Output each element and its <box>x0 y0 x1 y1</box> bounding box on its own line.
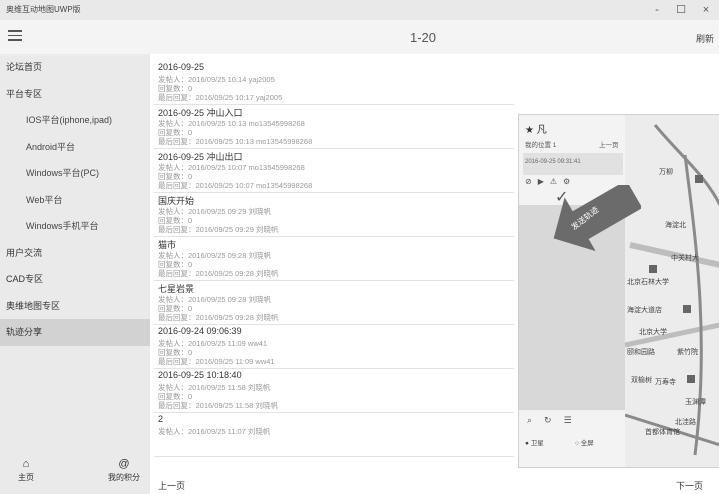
my-points-label: 我的积分 <box>108 473 140 482</box>
map-label: 北京大学 <box>639 329 667 336</box>
topic-row[interactable]: 七星岩景 发帖人：2016/09/25 09:28 刘晓帆 回复数：0 最后回复：20… <box>154 280 514 325</box>
refresh-button[interactable]: 刷新 <box>696 32 714 45</box>
maximize-button[interactable]: ☐ <box>670 2 692 18</box>
map-label: 首都体育馆 <box>645 429 680 436</box>
phone-track-date: 2016-09-25 09:31:41 <box>525 159 581 165</box>
phone-fullscreen-option: ○ 全屏 <box>575 440 594 447</box>
topic-last-reply: 最后回复：2016/09/25 11:09 ww41 <box>158 357 275 366</box>
map-label: 中关村大 <box>671 255 699 262</box>
home-label: 主页 <box>18 473 34 482</box>
home-button[interactable]: ⌂ 主页 <box>6 458 46 483</box>
topic-last-reply: 最后回复：2016/09/25 09:28 刘晓帆 <box>158 269 279 278</box>
topic-last-reply: 最后回复：2016/09/25 09:28 刘晓帆 <box>158 313 279 322</box>
phone-footer-icons: ⌕↻☰ <box>527 415 584 425</box>
topic-row[interactable]: 国庆开始 发帖人：2016/09/25 09:29 刘晓帆 回复数：0 最后回复：20… <box>154 192 514 237</box>
sidebar-item[interactable]: 轨迹分享 <box>0 319 150 346</box>
map-label: 万寿寺 <box>655 379 676 386</box>
minimize-button[interactable]: - <box>646 2 668 18</box>
sidebar-item[interactable]: Android平台 <box>0 134 150 161</box>
sidebar-item[interactable]: CAD专区 <box>0 266 150 293</box>
page-range: 1-20 <box>410 30 437 45</box>
map-label: 颐和园路 <box>627 349 655 356</box>
map-label: 北洼路 <box>675 419 696 426</box>
map-view: 万柳 海淀北 中关村大 北京石林大学 海淀大道店 北京大学 紫竹院 玉渊潭 颐和… <box>625 115 719 467</box>
sidebar-item[interactable]: IOS平台(iphone,ipad) <box>0 107 150 134</box>
topic-last-reply: 最后回复：2016/09/25 10:07 mo13545998268 <box>158 181 313 190</box>
home-icon: ⌂ <box>22 458 30 470</box>
attached-phone-screenshot: ★ 凡 我的位置 1 上一页 2016-09-25 09:31:41 ⊘▶⚠⚙ … <box>518 114 719 468</box>
topic-last-reply: 最后回复：2016/09/25 10:17 yaj2005 <box>158 93 283 102</box>
topic-row[interactable]: 2016-09-24 09:06:39 发帖人：2016/09/25 11:09 … <box>154 324 514 369</box>
sidebar-item[interactable]: 平台专区 <box>0 81 150 108</box>
sidebar-bottom: ⌂ 主页 @ 我的积分 <box>0 448 150 494</box>
map-label: 双榆树 <box>631 377 652 384</box>
menu-icon[interactable] <box>8 30 22 42</box>
topic-title: 2016-09-25 <box>158 62 205 72</box>
topic-title: 2 <box>158 414 164 424</box>
topic-row[interactable]: 2 发帖人：2016/09/25 11:07 刘晓帆 <box>154 412 514 457</box>
map-label: 万柳 <box>659 169 673 176</box>
topic-title: 2016-09-25 10:18:40 <box>158 370 242 380</box>
topic-row[interactable]: 猫市 发帖人：2016/09/25 09:28 刘晓帆 回复数：0 最后回复：2016… <box>154 236 514 281</box>
sidebar-item[interactable]: 用户交流 <box>0 240 150 267</box>
topic-row[interactable]: 2016-09-25 10:18:40 发帖人：2016/09/25 11:58 … <box>154 368 514 413</box>
map-label: 北京石林大学 <box>627 279 669 286</box>
at-icon: @ <box>118 458 130 470</box>
phone-prev-label: 上一页 <box>599 142 619 149</box>
sidebar-item[interactable]: 奥维地图专区 <box>0 293 150 320</box>
topic-last-reply: 最后回复：2016/09/25 09:29 刘晓帆 <box>158 225 279 234</box>
prev-page-button[interactable]: 上一页 <box>158 479 185 492</box>
sidebar-item[interactable]: Windows平台(PC) <box>0 160 150 187</box>
topic-row[interactable]: 2016-09-25 发帖人：2016/09/25 10:14 yaj2005 回复… <box>154 60 514 105</box>
app-header: 1-20 刷新 <box>0 20 719 54</box>
sidebar-item[interactable]: 论坛首页 <box>0 54 150 81</box>
topic-title: 2016-09-24 09:06:39 <box>158 326 242 336</box>
arrow-icon <box>553 185 641 251</box>
topic-row[interactable]: 2016-09-25 冲山出口 发帖人：2016/09/25 10:07 mo13… <box>154 148 514 193</box>
map-label: 紫竹院 <box>677 349 698 356</box>
phone-satellite-option: ● 卫星 <box>525 440 544 447</box>
phone-track-name: 我的位置 1 <box>525 142 557 149</box>
sidebar: 论坛首页 平台专区 IOS平台(iphone,ipad) Android平台 Windo… <box>0 54 150 494</box>
map-label: 玉渊潭 <box>685 399 706 406</box>
close-button[interactable]: × <box>695 2 717 18</box>
map-label: 海淀北 <box>665 222 686 229</box>
next-page-button[interactable]: 下一页 <box>676 479 703 492</box>
topic-row[interactable]: 2016-09-25 冲山入口 发帖人：2016/09/25 10:13 mo13… <box>154 104 514 149</box>
topic-poster: 发帖人：2016/09/25 11:07 刘晓帆 <box>158 427 271 436</box>
map-label: 海淀大道店 <box>627 307 662 314</box>
topic-last-reply: 最后回复：2016/09/25 11:58 刘晓帆 <box>158 401 278 410</box>
sidebar-item[interactable]: Windows手机平台 <box>0 213 150 240</box>
window-title: 奥维互动地图UWP版 <box>6 5 81 14</box>
track-panel: ★ 凡 我的位置 1 上一页 2016-09-25 09:31:41 ⊘▶⚠⚙ … <box>519 115 625 467</box>
sidebar-item[interactable]: Web平台 <box>0 187 150 214</box>
window-titlebar: 奥维互动地图UWP版 - ☐ × <box>0 0 719 20</box>
topic-last-reply: 最后回复：2016/09/25 10:13 mo13545998268 <box>158 137 313 146</box>
my-points-button[interactable]: @ 我的积分 <box>104 458 144 483</box>
phone-top-icons: ★ 凡 <box>525 125 547 136</box>
